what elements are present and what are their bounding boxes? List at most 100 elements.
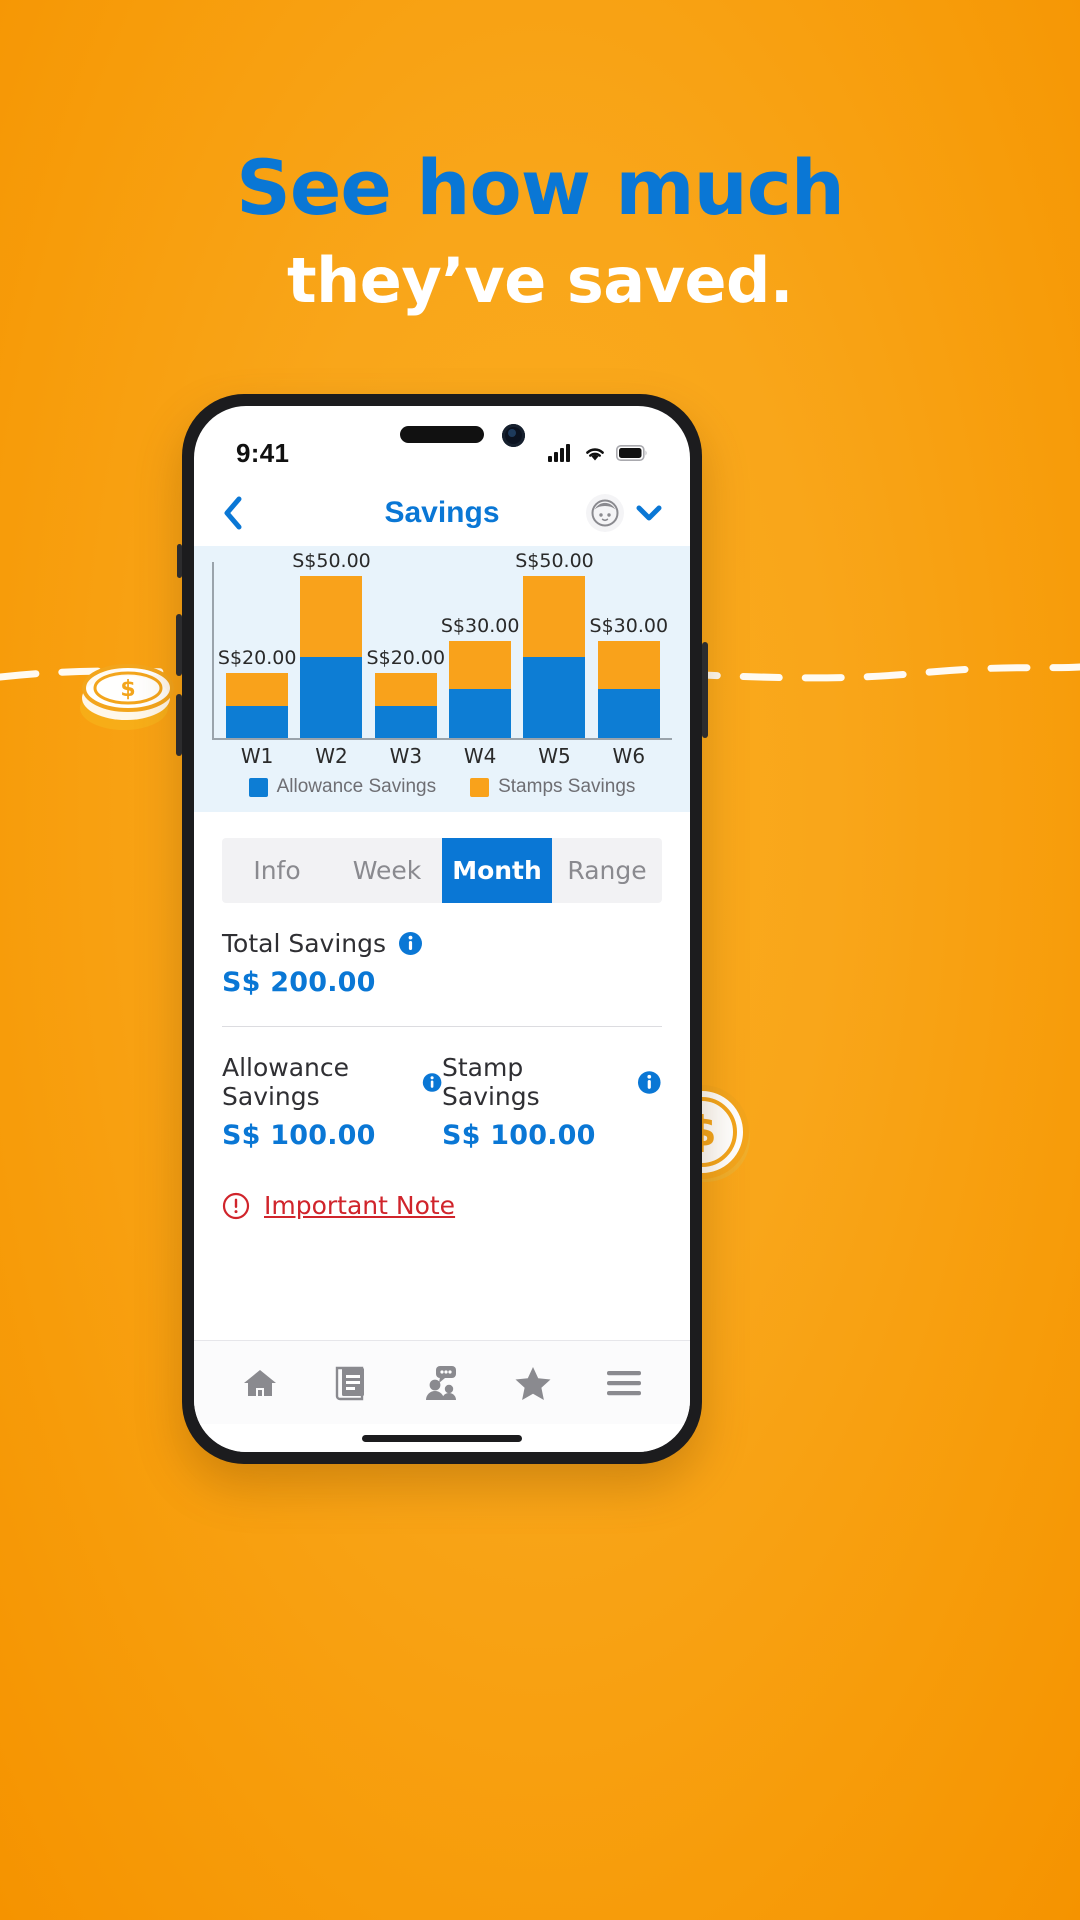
phone-mockup: 9:41 Savings S$20.00 S$50.00 S$20.00 S$3… — [176, 394, 708, 1464]
wifi-icon — [586, 448, 604, 461]
info-icon[interactable] — [637, 1070, 662, 1095]
total-savings-label-row: Total Savings — [222, 929, 662, 958]
legend-label: Stamps Savings — [498, 776, 636, 797]
tab-menu[interactable] — [594, 1353, 654, 1413]
bar-stack — [300, 576, 363, 738]
bar-column[interactable]: S$20.00 — [218, 562, 296, 738]
stamp-savings-label-row: Stamp Savings — [442, 1053, 662, 1111]
bar-value-label: S$30.00 — [440, 614, 520, 637]
x-axis-tick: W2 — [315, 744, 348, 768]
news-icon — [335, 1366, 364, 1400]
bar-chart: S$20.00 S$50.00 S$20.00 S$30.00 S$50.00 S$30.… — [212, 550, 672, 740]
bar-stack — [523, 576, 586, 738]
x-axis-tick: W5 — [538, 744, 571, 768]
chart-legend: Allowance Savings Stamps Savings — [212, 776, 672, 802]
volume-down-button[interactable] — [176, 694, 182, 756]
svg-text:$: $ — [120, 677, 135, 702]
bar-segment-stamps — [226, 673, 289, 706]
chevron-left-icon — [224, 496, 242, 530]
front-camera — [501, 424, 525, 447]
tab-home[interactable] — [230, 1353, 290, 1413]
bar-segment-allowance — [523, 657, 586, 738]
cellular-signal-icon — [548, 444, 570, 462]
bottom-tab-bar — [194, 1340, 690, 1424]
alert-circle-icon — [222, 1192, 250, 1219]
phone-screen: 9:41 Savings S$20.00 S$50.00 S$20.00 S$3… — [194, 406, 690, 1452]
period-selector-wrap: Info Week Month Range — [194, 812, 690, 903]
bar-value-label: S$30.00 — [589, 614, 669, 637]
bar-column[interactable]: S$50.00 — [292, 550, 371, 738]
header-profile-control[interactable] — [586, 494, 662, 532]
x-axis-tick: W6 — [612, 744, 646, 768]
chevron-down-icon[interactable] — [636, 505, 662, 521]
legend-item: Allowance Savings — [248, 776, 437, 798]
star-icon — [515, 1366, 551, 1400]
stamp-savings-amount: S$ 100.00 — [442, 1120, 596, 1151]
bar-column[interactable]: S$20.00 — [367, 562, 445, 738]
allowance-savings-amount: S$ 100.00 — [222, 1120, 376, 1151]
legend-label: Allowance Savings — [276, 776, 437, 797]
legend-item: Stamps Savings — [470, 776, 635, 798]
child-avatar-icon — [591, 499, 619, 527]
savings-details: Total Savings S$ 200.00 Allowance Saving… — [194, 903, 690, 1340]
tab-range[interactable]: Range — [552, 838, 662, 903]
stamp-savings-block: Stamp Savings S$ 100.00 — [442, 1027, 662, 1151]
bar-stack — [597, 640, 660, 738]
bar-segment-allowance — [449, 689, 512, 738]
status-bar-indicators — [548, 444, 648, 462]
tab-community[interactable] — [412, 1353, 472, 1413]
period-segmented-control[interactable]: Info Week Month Range — [222, 838, 662, 903]
volume-up-button[interactable] — [176, 614, 182, 676]
tab-info[interactable]: Info — [222, 838, 332, 903]
bar-segment-stamps — [523, 576, 586, 658]
info-icon[interactable] — [422, 1070, 442, 1095]
allowance-savings-label-row: Allowance Savings — [222, 1053, 442, 1111]
promo-subheadline: they’ve saved. — [287, 243, 793, 317]
power-button[interactable] — [702, 642, 708, 738]
promo-headline: See how much — [236, 143, 845, 232]
tab-week[interactable]: Week — [332, 838, 442, 903]
tab-month[interactable]: Month — [442, 838, 552, 903]
bar-value-label: S$20.00 — [366, 647, 446, 670]
bar-value-label: S$50.00 — [515, 550, 594, 573]
back-button[interactable] — [222, 496, 266, 530]
info-icon[interactable] — [398, 931, 423, 956]
bar-segment-allowance — [597, 689, 660, 738]
x-axis-tick: W1 — [240, 744, 274, 768]
legend-swatch — [248, 777, 268, 797]
coin-stack-left: $ — [80, 664, 174, 730]
promo-headline-block: See how much they’ve saved. — [0, 148, 1080, 317]
important-note-row[interactable]: Important Note — [222, 1191, 662, 1220]
important-note-link[interactable]: Important Note — [264, 1191, 455, 1220]
earpiece-speaker — [400, 426, 484, 443]
allowance-savings-block: Allowance Savings S$ 100.00 — [222, 1027, 442, 1151]
bar-value-label: S$50.00 — [292, 550, 371, 573]
bar-column[interactable]: S$30.00 — [441, 562, 519, 738]
savings-breakdown: Allowance Savings S$ 100.00 Stamp Saving… — [222, 1027, 662, 1151]
allowance-savings-label: Allowance Savings — [222, 1053, 350, 1111]
silent-switch[interactable] — [177, 544, 182, 578]
bar-segment-stamps — [300, 576, 363, 658]
bar-column[interactable]: S$50.00 — [515, 550, 594, 738]
home-indicator[interactable] — [362, 1434, 522, 1442]
x-axis-tick: W4 — [463, 744, 497, 768]
battery-icon — [616, 445, 647, 461]
tab-star[interactable] — [503, 1353, 563, 1413]
savings-chart-panel: S$20.00 S$50.00 S$20.00 S$30.00 S$50.00 S$30.… — [194, 546, 690, 812]
bar-segment-allowance — [226, 705, 289, 738]
status-bar: 9:41 — [194, 406, 690, 480]
bar-column[interactable]: S$30.00 — [590, 562, 668, 738]
community-icon — [425, 1365, 456, 1400]
bar-segment-allowance — [374, 705, 437, 738]
avatar[interactable] — [586, 494, 624, 532]
tab-news[interactable] — [321, 1353, 381, 1413]
app-header: Savings — [194, 480, 690, 546]
home-indicator-area — [194, 1424, 690, 1452]
stamp-savings-label: Stamp Savings — [442, 1053, 540, 1111]
bar-segment-allowance — [300, 657, 363, 738]
bar-value-label: S$20.00 — [217, 647, 297, 670]
bar-segment-stamps — [449, 640, 512, 690]
bar-stack — [449, 640, 512, 738]
menu-icon — [607, 1370, 642, 1395]
bar-stack — [374, 673, 437, 738]
